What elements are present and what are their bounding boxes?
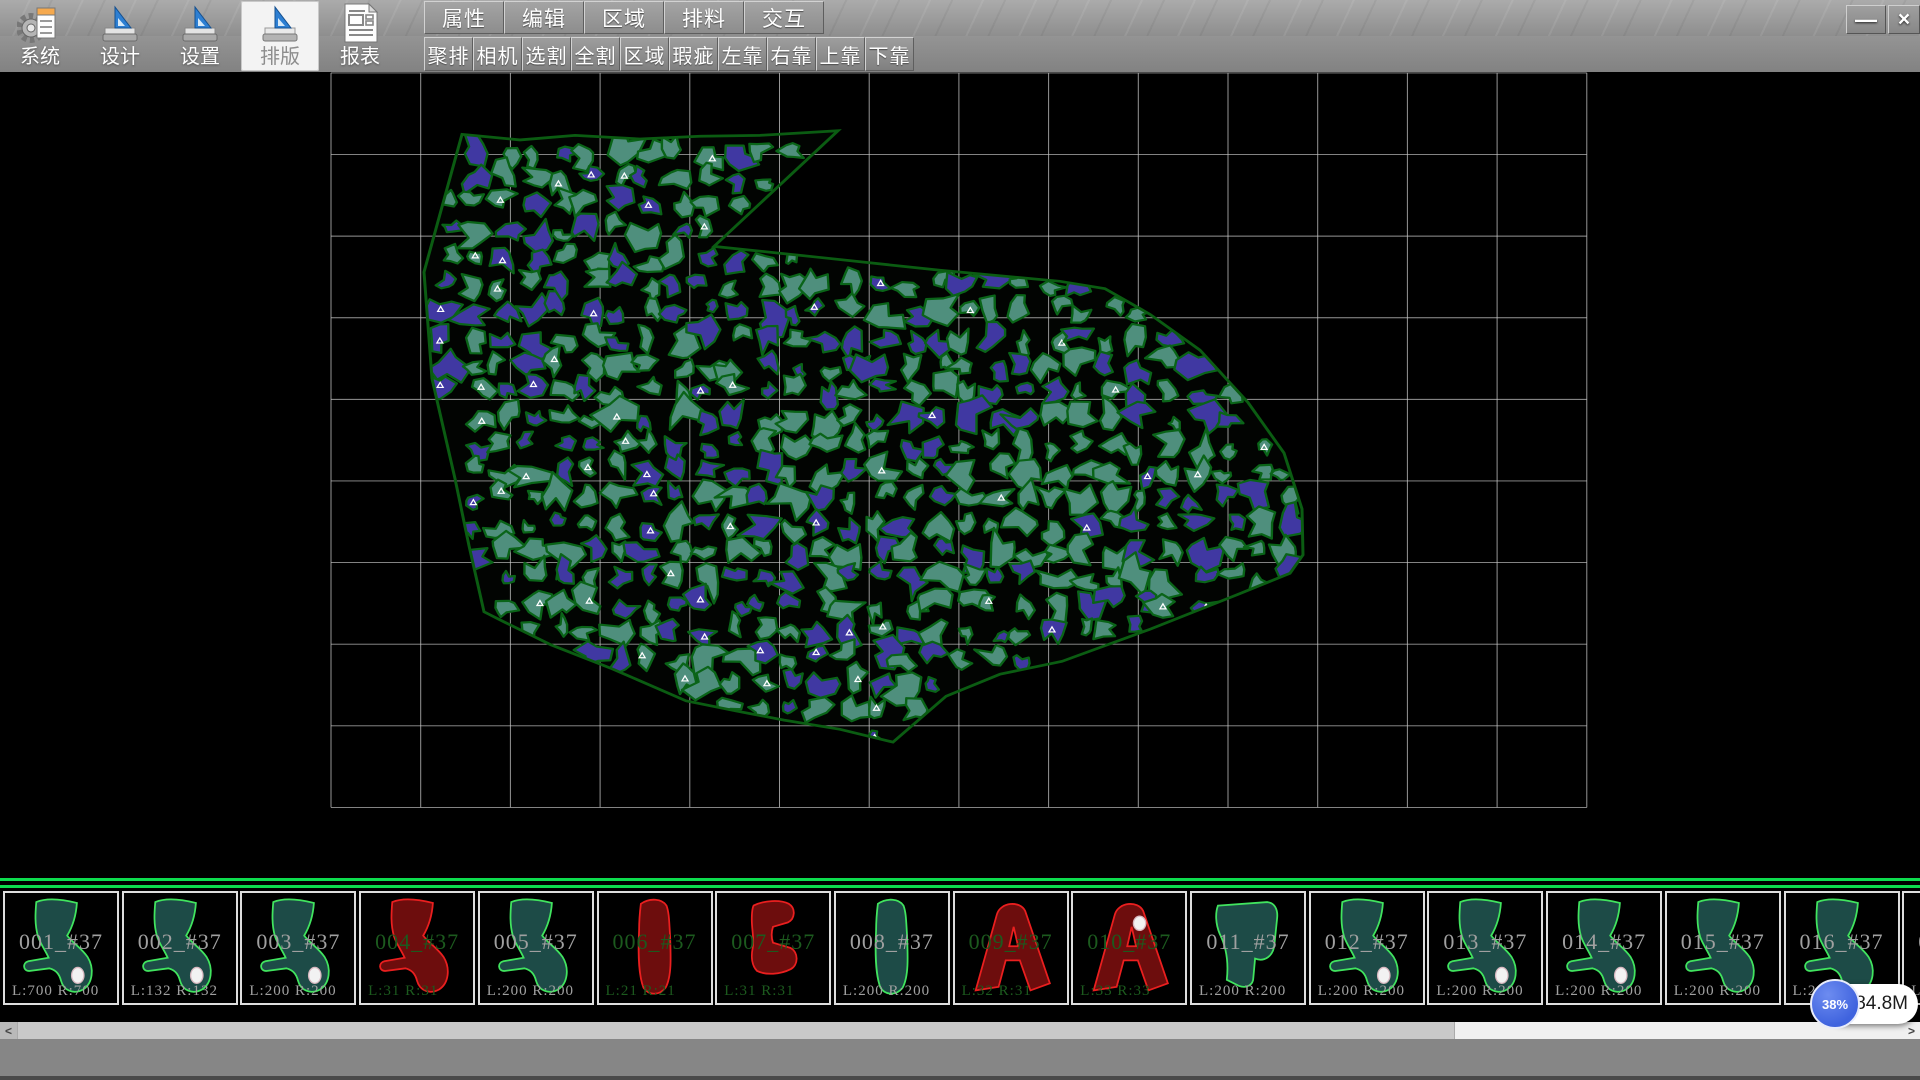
piece-lr-label: L:200 R:200 (1199, 983, 1286, 1000)
tool-button-3[interactable]: 全割 (571, 37, 620, 71)
nav-tab-settings[interactable]: 设置 (161, 1, 239, 71)
piece-lr-label: L:32 R:31 (962, 983, 1032, 1000)
horizontal-scrollbar[interactable]: < > (0, 1022, 1920, 1039)
piece-id-label: 005_#37 (480, 929, 592, 955)
thumbnail-cell-015_#37[interactable]: 015_#37 L:200 R:200 (1665, 891, 1781, 1005)
thumbnail-cell-010_#37[interactable]: 010_#37 L:33 R:33 (1071, 891, 1187, 1005)
report-icon (337, 4, 383, 46)
piece-id-label: 012_#37 (1311, 929, 1423, 955)
tool-button-1[interactable]: 相机 (473, 37, 522, 71)
menu-item-2[interactable]: 区域 (584, 1, 664, 34)
tool-button-4[interactable]: 区域 (620, 37, 669, 71)
nav-tab-report[interactable]: 报表 (321, 1, 399, 71)
nav-tab-system[interactable]: 系统 (1, 1, 79, 71)
thumbnail-cell-003_#37[interactable]: 003_#37 L:200 R:200 (240, 891, 356, 1005)
piece-lr-label: L:200 R:200 (1674, 983, 1761, 1000)
thumbnail-cell-009_#37[interactable]: 009_#37 L:32 R:31 (953, 891, 1069, 1005)
window-bottom-edge (0, 1076, 1920, 1080)
thumbnail-cell-014_#37[interactable]: 014_#37 L:200 R:200 (1546, 891, 1662, 1005)
canvas-svg (0, 72, 1920, 878)
piece-id-label: 009_#37 (955, 929, 1067, 955)
menu-item-0[interactable]: 属性 (424, 1, 504, 34)
thumbnail-cell-013_#37[interactable]: 013_#37 L:200 R:200 (1427, 891, 1543, 1005)
progress-indicator: 38% (1810, 979, 1860, 1029)
piece-lr-label: L:200 R:200 (487, 983, 574, 1000)
piece-id-label: 004_#37 (361, 929, 473, 955)
piece-id-label: 007_#37 (717, 929, 829, 955)
tool-button-8[interactable]: 上靠 (816, 37, 865, 71)
piece-lr-label: L:31 R:31 (368, 983, 438, 1000)
piece-id-label: 002_#37 (124, 929, 236, 955)
nav-tab-design[interactable]: 设计 (81, 1, 159, 71)
thumbnail-cell-006_#37[interactable]: 006_#37 L:21 R:21 (597, 891, 713, 1005)
nav-tab-label: 系统 (20, 46, 60, 68)
nesting-canvas[interactable] (0, 72, 1920, 878)
thumbnail-cell-004_#37[interactable]: 004_#37 L:31 R:31 (359, 891, 475, 1005)
scroll-left-icon[interactable]: < (0, 1022, 17, 1039)
system-icon (17, 4, 63, 46)
piece-lr-label: L:200 R:200 (1436, 983, 1523, 1000)
menu-bar: 属性编辑区域排料交互 (424, 1, 824, 35)
nav-tab-label: 设计 (100, 46, 140, 68)
strip-accent-line (0, 885, 1920, 888)
menu-item-4[interactable]: 交互 (744, 1, 824, 34)
piece-lr-label: L:200 R:200 (1318, 983, 1405, 1000)
tool-button-7[interactable]: 右靠 (767, 37, 816, 71)
nav-tabs: 系统 设计 设置 (0, 0, 400, 72)
nav-tab-nesting[interactable]: 排版 (241, 1, 319, 71)
settings-icon (177, 4, 223, 46)
piece-id-label: 003_#37 (242, 929, 354, 955)
piece-id-label: 017_#37 (1904, 929, 1920, 955)
thumbnail-cell-012_#37[interactable]: 012_#37 L:200 R:200 (1309, 891, 1425, 1005)
scroll-right-icon[interactable]: > (1903, 1022, 1920, 1039)
minimize-icon[interactable]: — (1846, 5, 1886, 34)
menu-item-1[interactable]: 编辑 (504, 1, 584, 34)
piece-lr-label: L:132 R:132 (131, 983, 218, 1000)
piece-lr-label: L:200 R:200 (249, 983, 336, 1000)
thumbnail-cell-001_#37[interactable]: 001_#37 L:700 R:700 (3, 891, 119, 1005)
piece-id-label: 015_#37 (1667, 929, 1779, 955)
piece-lr-label: L:31 R:31 (724, 983, 794, 1000)
piece-id-label: 013_#37 (1429, 929, 1541, 955)
piece-lr-label: L:200 R:200 (843, 983, 930, 1000)
tool-button-0[interactable]: 聚排 (424, 37, 473, 71)
design-icon (97, 4, 143, 46)
pieces-strip: 001_#37 L:700 R:700 002_#37 L:132 R:132 003_… (0, 878, 1920, 1022)
tool-button-5[interactable]: 瑕疵 (669, 37, 718, 71)
piece-id-label: 008_#37 (836, 929, 948, 955)
piece-lr-label: L:33 R:33 (1080, 983, 1150, 1000)
menu-item-3[interactable]: 排料 (664, 1, 744, 34)
thumbnail-cell-007_#37[interactable]: 007_#37 L:31 R:31 (715, 891, 831, 1005)
thumbnail-cell-005_#37[interactable]: 005_#37 L:200 R:200 (478, 891, 594, 1005)
tool-button-6[interactable]: 左靠 (718, 37, 767, 71)
piece-id-label: 010_#37 (1073, 929, 1185, 955)
bottom-bar (0, 1039, 1920, 1076)
piece-id-label: 006_#37 (599, 929, 711, 955)
thumbnail-cell-008_#37[interactable]: 008_#37 L:200 R:200 (834, 891, 950, 1005)
nesting-icon (257, 4, 303, 46)
piece-id-label: 014_#37 (1548, 929, 1660, 955)
thumbnail-cell-011_#37[interactable]: 011_#37 L:200 R:200 (1190, 891, 1306, 1005)
tool-button-9[interactable]: 下靠 (865, 37, 914, 71)
piece-id-label: 016_#37 (1786, 929, 1898, 955)
nav-tab-label: 设置 (180, 46, 220, 68)
nav-tab-label: 报表 (340, 46, 380, 68)
strip-accent-line (0, 878, 1920, 881)
thumbnail-cell-002_#37[interactable]: 002_#37 L:132 R:132 (122, 891, 238, 1005)
piece-id-label: 001_#37 (5, 929, 117, 955)
nav-tab-label: 排版 (260, 46, 300, 68)
piece-lr-label: L:21 R:21 (606, 983, 676, 1000)
piece-lr-label: L:200 R:200 (1555, 983, 1642, 1000)
scrollbar-thumb[interactable] (17, 1022, 1455, 1039)
tool-button-2[interactable]: 选割 (522, 37, 571, 71)
tool-bar: 聚排相机选割全割区域瑕疵左靠右靠上靠下靠 (424, 37, 914, 71)
piece-lr-label: L:700 R:700 (12, 983, 99, 1000)
piece-id-label: 011_#37 (1192, 929, 1304, 955)
close-icon[interactable]: × (1888, 5, 1920, 34)
